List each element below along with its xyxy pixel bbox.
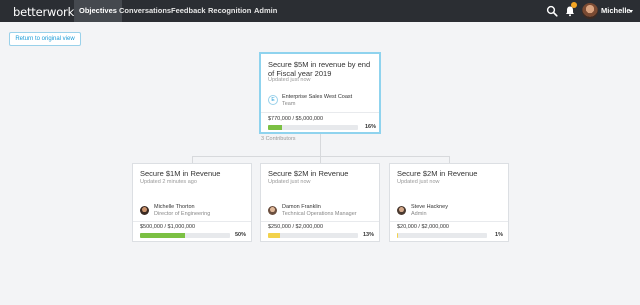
objective-title[interactable]: Secure $1M in Revenue <box>140 169 220 178</box>
nav-admin[interactable]: Admin <box>249 0 282 22</box>
tree-connector <box>320 133 321 156</box>
progress-fill <box>397 233 398 238</box>
owner-name[interactable]: Damon Franklin <box>282 204 321 210</box>
owner-role: Team <box>282 101 296 107</box>
progress-bar <box>397 233 487 238</box>
tree-connector <box>449 156 450 163</box>
progress-percent: 50% <box>234 232 246 238</box>
progress-amount: $20,000 / $2,000,000 <box>397 224 449 230</box>
search-icon[interactable] <box>546 5 558 17</box>
card-divider <box>390 221 508 222</box>
progress-percent: 16% <box>364 124 376 130</box>
progress-amount: $770,000 / $5,000,000 <box>268 116 324 122</box>
user-menu-name[interactable]: Michelle <box>601 0 631 22</box>
owner-role: Technical Operations Manager <box>282 211 357 217</box>
owner-name[interactable]: Michelle Thorton <box>154 204 195 210</box>
contributors-count[interactable]: 3 Contributors <box>261 136 296 142</box>
owner-role: Director of Engineering <box>154 211 211 217</box>
top-navigation-bar: betterworks Objectives Conversations Fee… <box>0 0 640 22</box>
tree-connector <box>320 156 321 163</box>
progress-fill <box>268 233 280 238</box>
owner-role: Admin <box>411 211 427 217</box>
betterworks-logo[interactable]: betterworks <box>13 5 80 19</box>
owner-name[interactable]: Enterprise Sales West Coast <box>282 94 352 100</box>
child-objective-card[interactable]: Secure $2M in Revenue Updated just now S… <box>389 163 509 242</box>
progress-percent: 1% <box>495 232 503 238</box>
objective-title[interactable]: Secure $2M in Revenue <box>268 169 348 178</box>
chevron-down-icon[interactable] <box>629 10 633 13</box>
progress-amount: $500,000 / $1,000,000 <box>140 224 196 230</box>
user-avatar[interactable] <box>582 3 598 19</box>
team-avatar: E <box>268 95 278 105</box>
objective-title[interactable]: Secure $2M in Revenue <box>397 169 477 178</box>
progress-percent: 13% <box>362 232 374 238</box>
progress-bar <box>140 233 230 238</box>
progress-bar <box>268 233 358 238</box>
progress-amount: $250,000 / $2,000,000 <box>268 224 324 230</box>
updated-timestamp: Updated just now <box>268 179 311 185</box>
card-divider <box>133 221 251 222</box>
progress-fill <box>140 233 185 238</box>
card-divider <box>261 221 379 222</box>
progress-bar <box>268 125 358 130</box>
owner-avatar <box>268 206 277 215</box>
owner-avatar <box>140 206 149 215</box>
child-objective-card[interactable]: Secure $2M in Revenue Updated just now D… <box>260 163 380 242</box>
return-to-original-view-button[interactable]: Return to original view <box>9 32 81 46</box>
tree-connector <box>192 156 193 163</box>
owner-avatar <box>397 206 406 215</box>
updated-timestamp: Updated just now <box>268 77 311 83</box>
parent-objective-card[interactable]: Secure $5M in revenue by end of Fiscal y… <box>259 52 381 134</box>
child-objective-card[interactable]: Secure $1M in Revenue Updated 2 minutes … <box>132 163 252 242</box>
updated-timestamp: Updated just now <box>397 179 440 185</box>
notification-badge <box>571 2 577 8</box>
objective-title[interactable]: Secure $5M in revenue by end of Fiscal y… <box>268 60 374 78</box>
card-divider <box>261 112 379 113</box>
progress-fill <box>268 125 283 130</box>
owner-name[interactable]: Steve Hackney <box>411 204 448 210</box>
updated-timestamp: Updated 2 minutes ago <box>140 179 197 185</box>
